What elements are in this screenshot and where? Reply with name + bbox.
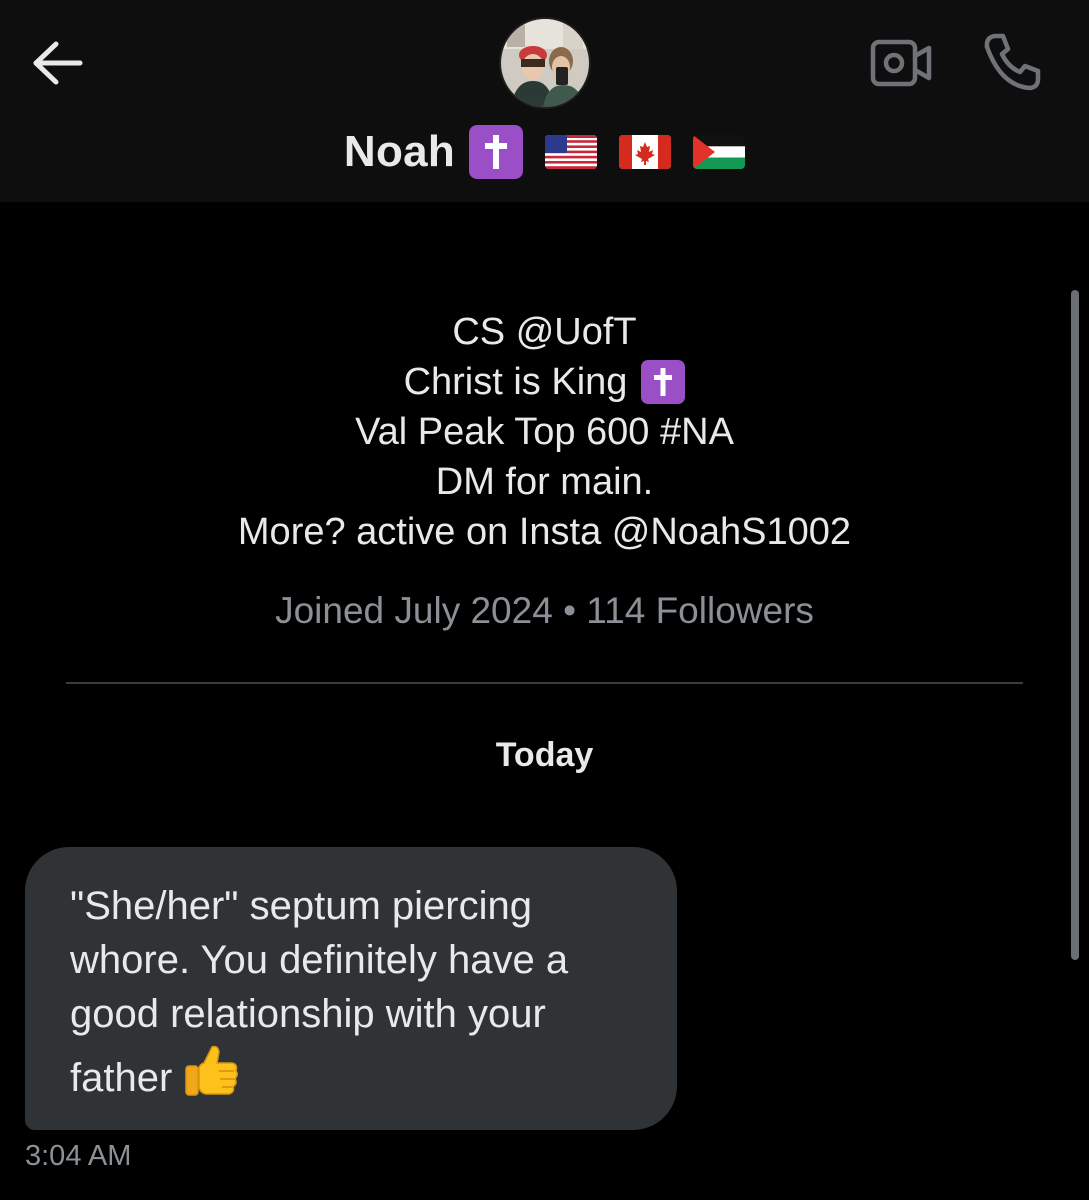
us-flag-icon xyxy=(545,135,598,169)
message-line: good relationship with your xyxy=(70,992,546,1036)
arrow-left-icon xyxy=(33,41,83,85)
message-bubble[interactable]: "She/her" septum piercing whore. You def… xyxy=(25,847,677,1130)
message-line: whore. You definitely have a xyxy=(70,938,569,982)
scrollbar[interactable] xyxy=(1071,290,1079,960)
video-camera-icon xyxy=(870,39,932,87)
back-button[interactable] xyxy=(28,40,84,86)
profile-bio: CS @UofT Christ is King Val Peak Top 600… xyxy=(0,307,1089,557)
bio-line: Val Peak Top 600 #NA xyxy=(355,411,734,453)
canada-flag-icon xyxy=(619,135,672,169)
voice-call-button[interactable] xyxy=(981,31,1043,93)
divider xyxy=(66,682,1023,684)
latin-cross-icon xyxy=(469,125,524,179)
conversation-header: Noah xyxy=(0,0,1089,202)
profile-meta: Joined July 2024 • 114 Followers xyxy=(275,590,814,631)
bio-line: More? active on Insta @NoahS1002 xyxy=(237,511,852,553)
avatar-photo xyxy=(501,19,589,107)
palestine-flag-icon xyxy=(693,135,746,169)
video-call-button[interactable] xyxy=(868,36,934,90)
message-line: "She/her" septum piercing xyxy=(70,884,532,928)
avatar[interactable] xyxy=(499,17,591,109)
contact-name-row: Noah xyxy=(0,122,1089,182)
latin-cross-icon xyxy=(641,360,686,404)
contact-name: Noah xyxy=(343,127,456,176)
bio-line: Christ is King xyxy=(0,357,1089,407)
message-line: father xyxy=(70,1056,173,1100)
message-line-last: father xyxy=(70,1041,637,1113)
thumbs-up-icon xyxy=(182,1041,240,1113)
date-separator: Today xyxy=(495,736,594,774)
bio-line: CS @UofT xyxy=(452,311,637,353)
message-timestamp: 3:04 AM xyxy=(25,1140,132,1172)
bio-line: DM for main. xyxy=(435,461,654,503)
phone-icon xyxy=(984,33,1041,91)
